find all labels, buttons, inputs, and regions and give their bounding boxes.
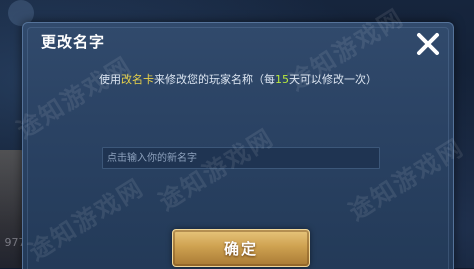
rename-dialog: 更改名字 使用改名卡来修改您的玩家名称（每15天可以修改一次） 确定 (22, 22, 454, 269)
new-name-input[interactable] (102, 147, 380, 169)
rename-interval-days: 15 (275, 73, 289, 86)
instruction-prefix: 使用 (99, 73, 121, 86)
instruction-middle: 来修改您的玩家名称（每 (154, 73, 275, 86)
rename-instruction: 使用改名卡来修改您的玩家名称（每15天可以修改一次） (23, 71, 453, 87)
dialog-title: 更改名字 (41, 33, 106, 51)
instruction-suffix: 天可以修改一次） (289, 73, 377, 86)
close-icon (417, 33, 439, 55)
confirm-button[interactable]: 确定 (172, 229, 310, 267)
rename-card-name: 改名卡 (121, 73, 154, 86)
close-button[interactable] (413, 29, 443, 59)
